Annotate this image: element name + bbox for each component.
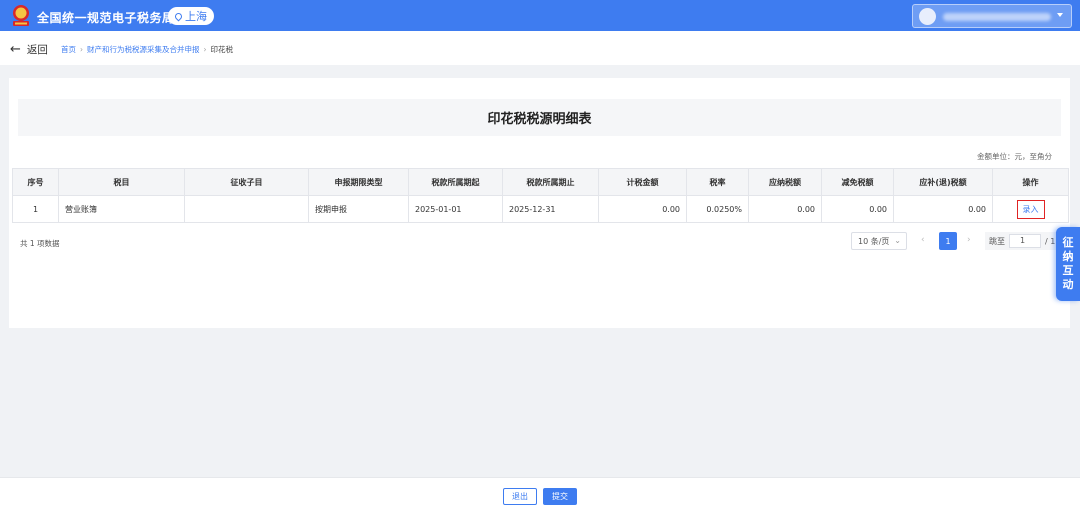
user-menu[interactable]	[912, 4, 1072, 28]
page-size-label: 10 条/页	[858, 236, 890, 246]
breadcrumb-home[interactable]: 首页	[61, 44, 76, 55]
col-header-tax-payable: 应纳税额	[748, 168, 822, 196]
enter-data-link[interactable]: 录入	[1016, 199, 1045, 219]
arrow-left-icon: ←	[10, 41, 21, 57]
col-header-action: 操作	[992, 168, 1069, 196]
submit-button[interactable]: 提交	[543, 488, 577, 505]
side-tab-char: 互	[1062, 264, 1074, 277]
main-panel: 印花税税源明细表 金额单位：元，至角分 序号 税目 征收子目 申报期限类型 税款…	[9, 78, 1071, 328]
col-header-tax-due-refund: 应补(退)税额	[893, 168, 993, 196]
table-row: 1 营业账簿 按期申报 2025-01-01 2025-12-31 0.00 0…	[12, 195, 1069, 223]
col-header-index: 序号	[12, 168, 59, 196]
tax-emblem-icon	[13, 5, 29, 26]
cell-tax-relief: 0.00	[821, 195, 894, 223]
region-selector[interactable]: 上海	[168, 7, 214, 25]
col-header-tax-item: 税目	[58, 168, 185, 196]
col-header-taxable-amount: 计税金额	[598, 168, 687, 196]
page-title: 印花税税源明细表	[18, 99, 1061, 136]
cell-period-start: 2025-01-01	[408, 195, 503, 223]
col-header-sub-item: 征收子目	[184, 168, 309, 196]
side-tab-char: 纳	[1062, 250, 1074, 263]
region-label: 上海	[185, 10, 207, 23]
site-title: 全国统一规范电子税务局	[37, 11, 175, 25]
amount-unit-note: 金额单位：元，至角分	[977, 152, 1052, 161]
cell-tax-rate: 0.0250%	[686, 195, 749, 223]
next-page-button[interactable]: ›	[967, 235, 971, 245]
breadcrumb-bar: ← 返回 首页 › 财产和行为税税源采集及合并申报 › 印花税	[0, 31, 1080, 65]
col-header-period-start: 税款所属期起	[408, 168, 503, 196]
side-tab-char: 动	[1062, 278, 1074, 291]
chevron-down-icon: ⌄	[894, 236, 901, 245]
jump-page-input[interactable]: 1	[1009, 234, 1041, 248]
avatar	[919, 8, 936, 25]
exit-button[interactable]: 退出	[503, 488, 537, 505]
user-name-blurred	[943, 13, 1051, 21]
col-header-period-type: 申报期限类型	[308, 168, 409, 196]
cell-tax-item: 营业账簿	[58, 195, 185, 223]
side-tab-char: 征	[1062, 236, 1074, 249]
interaction-side-tab[interactable]: 征 纳 互 动	[1056, 227, 1080, 301]
back-button[interactable]: ← 返回	[10, 42, 48, 57]
tax-source-table: 序号 税目 征收子目 申报期限类型 税款所属期起 税款所属期止 计税金额 税率 …	[12, 168, 1069, 223]
col-header-tax-rate: 税率	[686, 168, 749, 196]
col-header-tax-relief: 减免税额	[821, 168, 894, 196]
location-pin-icon	[173, 11, 184, 21]
cell-sub-item	[184, 195, 309, 223]
cell-period-type: 按期申报	[308, 195, 409, 223]
jump-label: 跳至	[989, 236, 1005, 246]
back-label: 返回	[26, 44, 48, 56]
breadcrumb-current: 印花税	[210, 45, 234, 54]
prev-page-button[interactable]: ‹	[921, 235, 925, 245]
table-header-row: 序号 税目 征收子目 申报期限类型 税款所属期起 税款所属期止 计税金额 税率 …	[12, 168, 1069, 196]
breadcrumb-separator-icon: ›	[80, 45, 83, 54]
cell-index: 1	[12, 195, 59, 223]
cell-tax-due-refund: 0.00	[893, 195, 993, 223]
chevron-down-icon	[1057, 13, 1063, 17]
breadcrumb: 首页 › 财产和行为税税源采集及合并申报 › 印花税	[61, 44, 233, 55]
cell-tax-payable: 0.00	[748, 195, 822, 223]
cell-taxable-amount: 0.00	[598, 195, 687, 223]
breadcrumb-property-tax[interactable]: 财产和行为税税源采集及合并申报	[87, 44, 200, 55]
page-1-button[interactable]: 1	[939, 232, 957, 250]
breadcrumb-separator-icon: ›	[203, 45, 207, 54]
page-size-select[interactable]: 10 条/页 ⌄	[851, 232, 907, 250]
cell-action: 录入	[992, 195, 1069, 223]
total-count: 共 1 项数据	[20, 239, 60, 248]
cell-period-end: 2025-12-31	[502, 195, 599, 223]
footer-bar: 退出 提交	[0, 477, 1080, 512]
top-bar: 全国统一规范电子税务局 上海	[0, 0, 1080, 31]
col-header-period-end: 税款所属期止	[502, 168, 599, 196]
